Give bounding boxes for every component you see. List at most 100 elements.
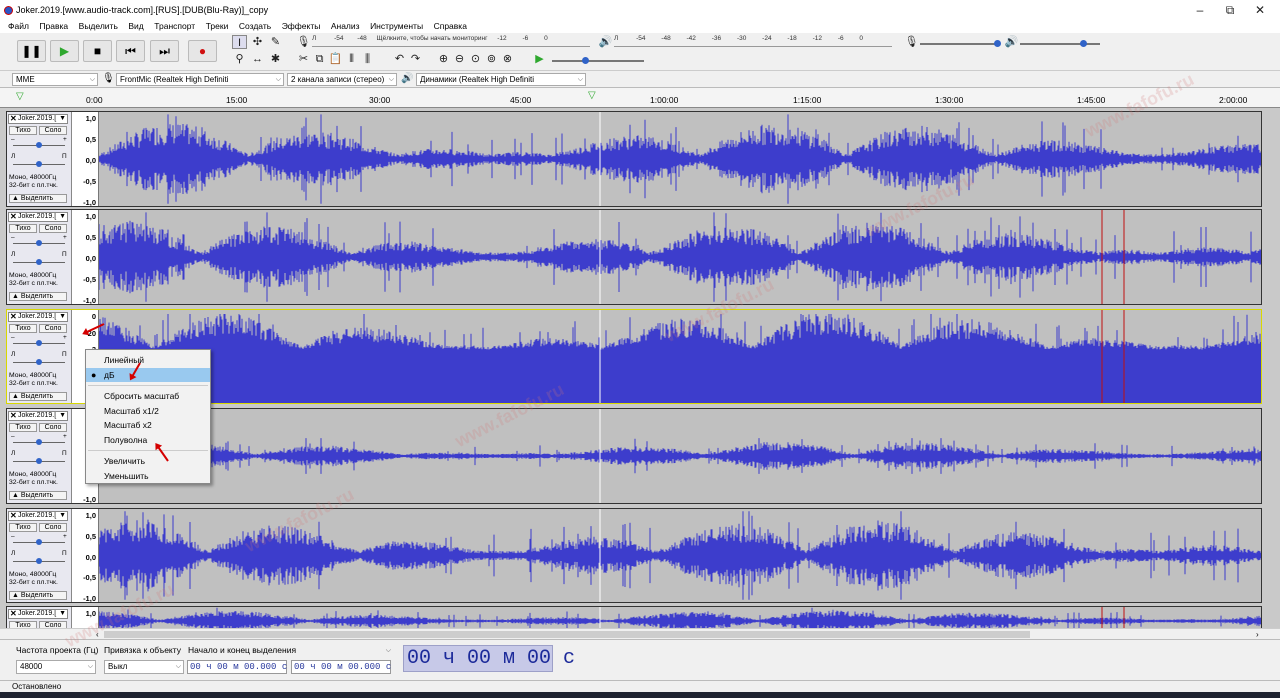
cut-icon[interactable]: ✂ (296, 52, 311, 66)
menu-transport[interactable]: Транспорт (154, 20, 195, 33)
track-select-button[interactable]: ▲ Выделить (9, 392, 67, 401)
gain-knob[interactable] (36, 240, 42, 246)
paste-icon[interactable]: 📋 (328, 52, 343, 66)
play-speed-knob[interactable] (582, 57, 589, 64)
playback-volume-slider[interactable] (1020, 43, 1100, 45)
horizontal-scrollbar[interactable]: ‹ › (0, 628, 1280, 639)
menu-view[interactable]: Вид (128, 20, 143, 33)
menu-select[interactable]: Выделить (79, 20, 118, 33)
menu-tools[interactable]: Инструменты (370, 20, 423, 33)
pan-knob[interactable] (36, 259, 42, 265)
close-track-icon[interactable]: ✕ (10, 213, 17, 221)
gain-knob[interactable] (36, 142, 42, 148)
play-meter[interactable]: Л -54 -48 -42 -36 -30 -24 -18 -12 -6 0 (614, 35, 892, 47)
timeshift-tool-icon[interactable]: ↔ (250, 52, 265, 66)
project-rate-select[interactable]: 48000 ⌵ (16, 660, 96, 674)
vertical-scale[interactable]: 1,0 0,5 0,0 -0,5 -1,0 (73, 112, 99, 207)
mute-button[interactable]: Тихо (9, 423, 37, 432)
play-at-speed-icon[interactable]: ▶ (532, 52, 547, 66)
solo-button[interactable]: Соло (39, 324, 67, 333)
mute-button[interactable]: Тихо (9, 224, 37, 233)
track-name-button[interactable]: ✕ Joker.2019.[▼ (8, 212, 68, 222)
minimize-button[interactable]: – (1185, 2, 1215, 18)
track-select-button[interactable]: ▲ Выделить (9, 491, 67, 500)
menu-help[interactable]: Справка (434, 20, 467, 33)
vertical-scale[interactable]: 1,0 0,5 0,0 -0,5 -1,0 (73, 509, 99, 603)
play-button[interactable]: ▶ (50, 40, 79, 62)
mute-button[interactable]: Тихо (9, 126, 37, 135)
trim-icon[interactable]: ⫴ (344, 52, 359, 66)
audio-track[interactable]: ✕ Joker.2019.[▼ Тихо Соло – + Л П Моно, 48000Гц 3… (6, 111, 1262, 207)
mute-button[interactable]: Тихо (9, 324, 37, 333)
zoom-in-icon[interactable]: ⊕ (436, 52, 451, 66)
pause-button[interactable]: ❚❚ (17, 40, 46, 62)
snap-to-select[interactable]: Выкл ⌵ (104, 660, 184, 674)
track-name-button[interactable]: ✕ Joker.2019.[▼ (8, 411, 68, 421)
recording-channels-select[interactable]: 2 канала записи (стерео) ⌵ (287, 73, 397, 86)
menu-file[interactable]: Файл (8, 20, 29, 33)
pan-knob[interactable] (36, 161, 42, 167)
close-track-icon[interactable]: ✕ (10, 412, 17, 420)
close-track-icon[interactable]: ✕ (10, 512, 17, 520)
menu-analyze[interactable]: Анализ (331, 20, 360, 33)
record-button[interactable]: ● (188, 40, 217, 62)
mute-button[interactable]: Тихо (9, 523, 37, 532)
close-button[interactable]: ✕ (1245, 2, 1275, 18)
record-volume-knob[interactable] (994, 40, 1001, 47)
zoom-tool-icon[interactable]: ⚲ (232, 52, 247, 66)
menu-item-reset-zoom[interactable]: Сбросить масштаб (86, 389, 210, 404)
menu-item-zoom-half[interactable]: Масштаб x1/2 (86, 404, 210, 419)
draw-tool-icon[interactable]: ✎ (268, 35, 283, 49)
track-name-button[interactable]: ✕ Joker.2019.[▼ (8, 114, 68, 124)
close-track-icon[interactable]: ✕ (10, 115, 17, 123)
audio-track[interactable]: ✕ Joker.2019.[▼ Тихо Соло – + Л П Моно, 48000Гц 3… (6, 508, 1262, 603)
scroll-right-icon[interactable]: › (1256, 630, 1259, 639)
envelope-tool-icon[interactable]: ✣ (250, 35, 265, 49)
solo-button[interactable]: Соло (39, 224, 67, 233)
pin-icon[interactable]: ▽ (16, 91, 24, 102)
stop-button[interactable]: ■ (83, 40, 112, 62)
waveform[interactable] (99, 409, 1261, 503)
play-head-marker-icon[interactable]: ▽ (588, 90, 596, 101)
selection-tool-icon[interactable]: I (232, 35, 247, 49)
menu-edit[interactable]: Правка (39, 20, 68, 33)
close-track-icon[interactable]: ✕ (10, 313, 17, 321)
play-speed-slider[interactable] (552, 60, 644, 62)
gain-knob[interactable] (36, 539, 42, 545)
menu-item-half-wave[interactable]: Полуволна (86, 433, 210, 448)
multi-tool-icon[interactable]: ✱ (268, 52, 283, 66)
menu-effects[interactable]: Эффекты (282, 20, 321, 33)
solo-button[interactable]: Соло (39, 126, 67, 135)
skip-to-start-button[interactable]: ⏮ (116, 40, 145, 62)
maximize-button[interactable]: ⧉ (1215, 2, 1245, 18)
play-meter-speaker-icon[interactable]: 🔊 (598, 35, 613, 49)
pan-knob[interactable] (36, 458, 42, 464)
menu-item-zoom-double[interactable]: Масштаб x2 (86, 418, 210, 433)
copy-icon[interactable]: ⧉ (312, 52, 327, 66)
record-volume-slider[interactable] (920, 43, 1000, 45)
track-select-button[interactable]: ▲ Выделить (9, 292, 67, 301)
track-select-button[interactable]: ▲ Выделить (9, 194, 67, 203)
scroll-thumb[interactable] (104, 631, 1030, 638)
gain-knob[interactable] (36, 439, 42, 445)
track-name-button[interactable]: ✕ Joker.2019.[▼ (8, 312, 68, 322)
audio-host-select[interactable]: MME ⌵ (12, 73, 98, 86)
menu-item-zoom-out[interactable]: Уменьшить (86, 469, 210, 484)
solo-button[interactable]: Соло (39, 523, 67, 532)
vertical-scale[interactable]: 1,0 0,5 0,0 -0,5 -1,0 (73, 210, 99, 305)
menu-item-zoom-in[interactable]: Увеличить (86, 454, 210, 469)
redo-icon[interactable]: ↷ (408, 52, 423, 66)
selection-end-time[interactable]: 00 ч 00 м 00.000 с (291, 660, 391, 674)
silence-icon[interactable]: ⫼ (360, 52, 375, 66)
zoom-out-icon[interactable]: ⊖ (452, 52, 467, 66)
track-name-button[interactable]: ✕ Joker.2019.[▼ (8, 511, 68, 521)
recording-device-select[interactable]: FrontMic (Realtek High Definiti ⌵ (116, 73, 284, 86)
audio-track[interactable]: ✕ Joker.2019.[▼ Тихо Соло – + Л П Моно, 48000Гц 3… (6, 209, 1262, 305)
track-name-button[interactable]: ✕ Joker.2019.[▼ (8, 609, 68, 619)
solo-button[interactable]: Соло (39, 423, 67, 432)
record-meter-mic-icon[interactable]: 🎙 (296, 35, 311, 49)
menu-generate[interactable]: Создать (239, 20, 271, 33)
selection-start-time[interactable]: 00 ч 00 м 00.000 с (187, 660, 287, 674)
skip-to-end-button[interactable]: ⏭ (150, 40, 179, 62)
gain-knob[interactable] (36, 340, 42, 346)
